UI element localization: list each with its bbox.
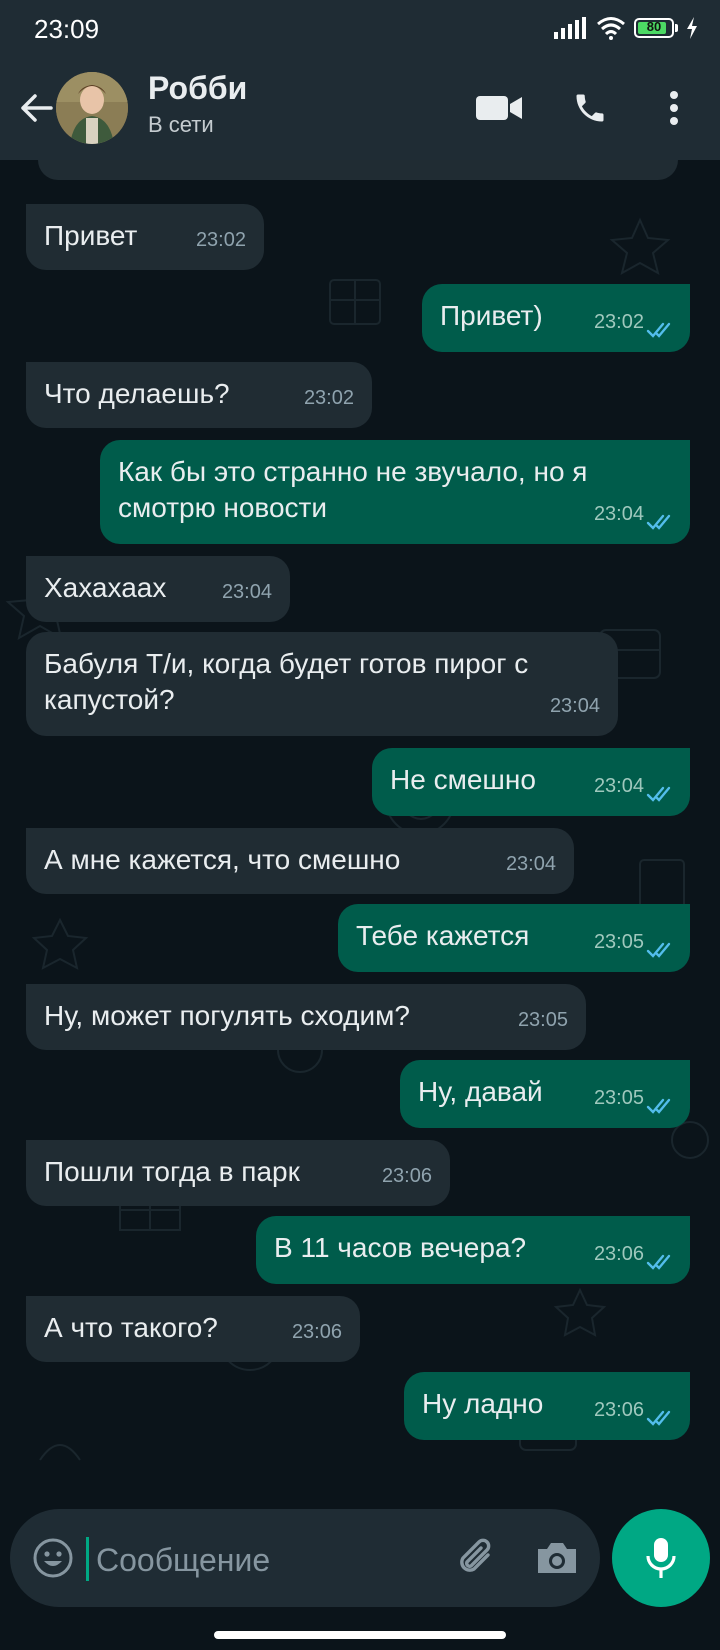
message-time: 23:06 bbox=[291, 1321, 342, 1343]
message-text: Как бы это странно не звучало, но я смот… bbox=[118, 456, 588, 523]
message-bubble-outgoing[interactable]: Тебе кажется 23:05 bbox=[338, 904, 690, 972]
message-time: 23:04 bbox=[549, 695, 600, 717]
message-bubble-outgoing[interactable]: Ну ладно 23:06 bbox=[404, 1372, 690, 1440]
message-time: 23:05 bbox=[593, 1087, 644, 1109]
message-text: В 11 часов вечера? bbox=[274, 1232, 527, 1263]
message-text: Хахахаах bbox=[44, 572, 167, 603]
message-time: 23:02 bbox=[195, 229, 246, 251]
message-text: Ну ладно bbox=[422, 1388, 544, 1419]
message-text: Тебе кажется bbox=[356, 920, 530, 951]
phone-icon bbox=[576, 94, 604, 122]
message-text: Что делаешь? bbox=[44, 378, 230, 409]
message-text: Не смешно bbox=[390, 764, 536, 795]
message-bubble-incoming[interactable]: Что делаешь? 23:02 bbox=[26, 362, 372, 428]
message-bubble-outgoing[interactable]: Как бы это странно не звучало, но я смот… bbox=[100, 440, 690, 544]
message-time: 23:06 bbox=[593, 1243, 644, 1265]
message-time: 23:02 bbox=[303, 387, 354, 409]
message-time: 23:05 bbox=[517, 1009, 568, 1031]
message-time: 23:04 bbox=[505, 853, 556, 875]
signal-icon bbox=[554, 17, 586, 39]
more-options-button[interactable] bbox=[656, 86, 692, 130]
message-input[interactable] bbox=[94, 1531, 418, 1589]
message-time: 23:04 bbox=[221, 581, 272, 603]
message-time: 23:06 bbox=[381, 1165, 432, 1187]
voice-call-button[interactable] bbox=[566, 86, 614, 130]
status-time: 23:09 bbox=[34, 14, 100, 44]
read-ticks-icon bbox=[646, 942, 671, 958]
message-text: А что такого? bbox=[44, 1312, 218, 1343]
message-text: Ну, может погулять сходим? bbox=[44, 1000, 410, 1031]
message-bubble-incoming[interactable]: А что такого? 23:06 bbox=[26, 1296, 360, 1362]
message-bubble-incoming[interactable]: Пошли тогда в парк 23:06 bbox=[26, 1140, 450, 1206]
message-time: 23:06 bbox=[593, 1399, 644, 1421]
attach-icon[interactable] bbox=[454, 1535, 500, 1581]
contact-name[interactable]: Робби bbox=[148, 70, 247, 107]
message-time: 23:05 bbox=[593, 931, 644, 953]
contact-status: В сети bbox=[148, 112, 214, 137]
video-call-button[interactable] bbox=[472, 86, 528, 130]
message-bubble-incoming[interactable]: Бабуля Т/и, когда будет готов пирог с ка… bbox=[26, 632, 618, 736]
chat-messages[interactable]: Привет 23:02 Привет) 23:02 Что делаешь? … bbox=[0, 160, 720, 1515]
read-ticks-icon bbox=[646, 786, 671, 802]
read-ticks-icon bbox=[646, 1254, 671, 1270]
message-text: Пошли тогда в парк bbox=[44, 1156, 300, 1187]
message-bubble-incoming[interactable]: Хахахаах 23:04 bbox=[26, 556, 290, 622]
message-bubble-outgoing[interactable]: Ну, давай 23:05 bbox=[400, 1060, 690, 1128]
camera-icon[interactable] bbox=[534, 1535, 580, 1581]
message-bubble-partial[interactable] bbox=[38, 160, 678, 180]
mic-icon bbox=[646, 1538, 676, 1578]
message-bubble-incoming[interactable]: Ну, может погулять сходим? 23:05 bbox=[26, 984, 586, 1050]
emoji-icon[interactable] bbox=[32, 1537, 74, 1579]
message-time: 23:04 bbox=[593, 775, 644, 797]
message-bubble-outgoing[interactable]: Не смешно 23:04 bbox=[372, 748, 690, 816]
composer bbox=[0, 1505, 720, 1615]
charging-icon bbox=[687, 17, 697, 39]
avatar[interactable] bbox=[56, 72, 128, 144]
read-ticks-icon bbox=[646, 514, 671, 530]
avatar-photo bbox=[56, 72, 128, 144]
message-text: Бабуля Т/и, когда будет готов пирог с ка… bbox=[44, 648, 529, 715]
battery-level: 80 bbox=[646, 19, 662, 34]
message-text: А мне кажется, что смешно bbox=[44, 844, 401, 875]
message-text: Ну, давай bbox=[418, 1076, 543, 1107]
home-indicator[interactable] bbox=[214, 1631, 506, 1639]
read-ticks-icon bbox=[646, 322, 671, 338]
message-bubble-outgoing[interactable]: В 11 часов вечера? 23:06 bbox=[256, 1216, 690, 1284]
message-time: 23:04 bbox=[593, 503, 644, 525]
video-call-icon bbox=[476, 96, 522, 120]
message-text: Привет bbox=[44, 220, 138, 251]
status-bar: 23:09 80 bbox=[0, 0, 720, 56]
message-input-box[interactable] bbox=[10, 1509, 600, 1607]
message-bubble-outgoing[interactable]: Привет) 23:02 bbox=[422, 284, 690, 352]
status-icons: 80 bbox=[554, 14, 698, 42]
read-ticks-icon bbox=[646, 1098, 671, 1114]
wifi-icon bbox=[597, 17, 625, 40]
message-bubble-incoming[interactable]: А мне кажется, что смешно 23:04 bbox=[26, 828, 574, 894]
system-navigation-bar bbox=[0, 1615, 720, 1650]
back-button[interactable] bbox=[14, 86, 58, 130]
more-vert-icon bbox=[670, 91, 678, 125]
read-ticks-icon bbox=[646, 1410, 671, 1426]
chat-header: Робби В сети bbox=[0, 56, 720, 160]
voice-record-button[interactable] bbox=[612, 1509, 710, 1607]
back-arrow-icon bbox=[21, 94, 53, 122]
message-time: 23:02 bbox=[593, 311, 644, 333]
message-text: Привет) bbox=[440, 300, 543, 331]
text-caret bbox=[86, 1537, 89, 1581]
battery-icon: 80 bbox=[634, 18, 674, 38]
message-bubble-incoming[interactable]: Привет 23:02 bbox=[26, 204, 264, 270]
